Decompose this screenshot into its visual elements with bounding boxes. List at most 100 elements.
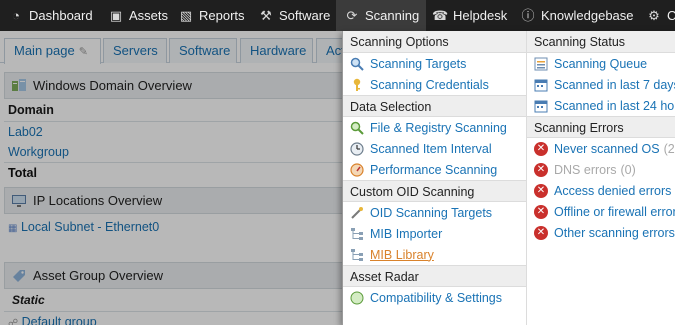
- top-navigation: ◔ Dashboard ▣ Assets ▧ Reports ⚒ Softwar…: [0, 0, 675, 31]
- nav-software-label: Software: [279, 8, 331, 23]
- menu-item-label: DNS errors: [554, 162, 617, 177]
- menu-item-mib-library[interactable]: MIB Library: [343, 244, 526, 265]
- tab-main-page-label: Main page: [14, 43, 75, 58]
- queue-icon: [534, 57, 548, 71]
- tab-servers[interactable]: Servers: [103, 38, 167, 63]
- menu-item-label: Compatibility & Settings: [370, 290, 503, 305]
- section-custom-oid-scanning: Custom OID Scanning: [343, 180, 526, 202]
- gauge-icon: [350, 162, 364, 177]
- ip-locations-title: IP Locations Overview: [33, 193, 163, 208]
- static-header: Static: [4, 289, 349, 312]
- menu-item-label: File & Registry Scanning: [370, 120, 507, 135]
- reports-icon: ▧: [179, 7, 193, 23]
- error-count: (26): [663, 141, 675, 156]
- nav-software[interactable]: ⚒ Software: [258, 0, 330, 31]
- tab-servers-label: Servers: [113, 43, 158, 58]
- menu-item-performance-scanning[interactable]: Performance Scanning: [343, 159, 526, 180]
- tab-software[interactable]: Software: [169, 38, 237, 63]
- error-icon: ✕: [534, 225, 548, 240]
- file-search-icon: [350, 121, 364, 135]
- menu-item-scanned-last-7-days[interactable]: Scanned in last 7 days: [527, 74, 675, 95]
- software-icon: ⚒: [260, 7, 272, 23]
- tree-icon: [350, 227, 364, 241]
- pencil-icon[interactable]: ✎: [79, 46, 88, 58]
- domain-row[interactable]: Lab02: [4, 122, 349, 142]
- tab-software-label: Software: [179, 43, 231, 58]
- menu-item-scanned-item-interval[interactable]: Scanned Item Interval: [343, 138, 526, 159]
- menu-item-scanned-last-24-hours[interactable]: Scanned in last 24 hours: [527, 95, 675, 116]
- nav-dashboard[interactable]: ◔ Dashboard: [8, 0, 93, 31]
- windows-domain-panel-header: Windows Domain Overview: [4, 72, 349, 99]
- menu-item-label: Scanning Credentials: [370, 77, 489, 92]
- domain-row[interactable]: Workgroup: [4, 142, 349, 162]
- error-icon: ✕: [534, 204, 548, 219]
- menu-item-label: OID Scanning Targets: [370, 205, 493, 220]
- nav-knowledgebase-label: Knowledgebase: [541, 8, 634, 23]
- section-scanning-status: Scanning Status: [527, 31, 675, 53]
- domain-column-header: Domain: [4, 99, 349, 122]
- domain-icon: [11, 78, 27, 94]
- menu-item-file-registry-scanning[interactable]: File & Registry Scanning: [343, 117, 526, 138]
- menu-item-label: Never scanned OS: [554, 141, 660, 156]
- nav-reports[interactable]: ▧ Reports: [178, 0, 245, 31]
- menu-item-offline-firewall-errors[interactable]: ✕ Offline or firewall errors: [527, 201, 675, 222]
- calendar-icon: [534, 78, 548, 92]
- menu-left-column: Scanning Options Scanning Targets Scanni…: [343, 31, 526, 308]
- nav-helpdesk-label: Helpdesk: [453, 8, 508, 23]
- configuration-icon: ⚙: [648, 7, 660, 23]
- dashboard-icon: ◔: [12, 7, 20, 23]
- menu-item-access-denied-errors[interactable]: ✕ Access denied errors: [527, 180, 675, 201]
- radar-icon: [350, 291, 364, 305]
- nav-configuration[interactable]: ⚙ C: [646, 0, 675, 31]
- ip-location-label: Local Subnet - Ethernet0: [20, 220, 160, 234]
- helpdesk-icon: ☎: [432, 7, 449, 23]
- windows-domain-title: Windows Domain Overview: [33, 78, 192, 93]
- menu-right-column: Scanning Status Scanning Queue Scanned i…: [526, 31, 675, 325]
- ip-locations-panel: IP Locations Overview ▦ Local Subnet - E…: [4, 187, 349, 237]
- error-icon: ✕: [534, 141, 548, 156]
- ip-location-row[interactable]: ▦ Local Subnet - Ethernet0: [4, 214, 349, 237]
- clock-icon: [350, 141, 364, 156]
- menu-item-scanning-targets[interactable]: Scanning Targets: [343, 53, 526, 74]
- nav-assets[interactable]: ▣ Assets: [108, 0, 168, 31]
- menu-item-label: Scanning Targets: [370, 56, 467, 71]
- menu-item-label: MIB Importer: [370, 226, 443, 241]
- tab-main-page[interactable]: Main page ✎: [4, 38, 101, 64]
- menu-item-label: Scanned in last 7 days: [554, 77, 675, 92]
- menu-item-dns-errors[interactable]: ✕ DNS errors (0): [527, 159, 675, 180]
- error-count: (0): [620, 162, 636, 177]
- wand-icon: [350, 206, 364, 220]
- menu-item-scanning-queue[interactable]: Scanning Queue: [527, 53, 675, 74]
- menu-item-other-scanning-errors[interactable]: ✕ Other scanning errors: [527, 222, 675, 243]
- tab-hardware[interactable]: Hardware: [240, 38, 313, 63]
- nav-scanning[interactable]: ⟳ Scanning: [336, 0, 426, 31]
- nav-reports-label: Reports: [199, 8, 245, 23]
- nav-helpdesk[interactable]: ☎ Helpdesk: [432, 0, 507, 31]
- windows-domain-panel: Windows Domain Overview Domain Lab02 Wor…: [4, 72, 349, 183]
- nav-knowledgebase[interactable]: ⓘ Knowledgebase: [520, 0, 634, 31]
- tag-icon: ☍: [8, 318, 19, 325]
- scanning-icon: ⟳: [346, 7, 358, 23]
- asset-group-title: Asset Group Overview: [33, 268, 164, 283]
- menu-item-oid-scanning-targets[interactable]: OID Scanning Targets: [343, 202, 526, 223]
- monitor-icon: [11, 193, 27, 209]
- menu-item-never-scanned-os[interactable]: ✕ Never scanned OS (26): [527, 138, 675, 159]
- asset-group-panel-header: Asset Group Overview: [4, 262, 349, 289]
- menu-item-compatibility-settings[interactable]: Compatibility & Settings: [343, 287, 526, 308]
- menu-item-scanning-credentials[interactable]: Scanning Credentials: [343, 74, 526, 95]
- menu-item-label: Scanned in last 24 hours: [554, 98, 675, 113]
- menu-item-label: Offline or firewall errors: [554, 204, 675, 219]
- scanning-dropdown-menu: Scanning Options Scanning Targets Scanni…: [342, 31, 675, 325]
- info-icon: ⓘ: [521, 7, 535, 23]
- calendar-icon: [534, 99, 548, 113]
- key-icon: [350, 78, 364, 92]
- ip-locations-panel-header: IP Locations Overview: [4, 187, 349, 214]
- nav-assets-label: Assets: [129, 8, 169, 23]
- magnifier-icon: [350, 57, 364, 71]
- error-icon: ✕: [534, 162, 548, 177]
- asset-group-row[interactable]: ☍ Default group: [4, 312, 349, 325]
- assets-icon: ▣: [109, 7, 123, 23]
- menu-item-mib-importer[interactable]: MIB Importer: [343, 223, 526, 244]
- menu-item-label: Scanned Item Interval: [370, 141, 492, 156]
- tab-hardware-label: Hardware: [250, 43, 307, 58]
